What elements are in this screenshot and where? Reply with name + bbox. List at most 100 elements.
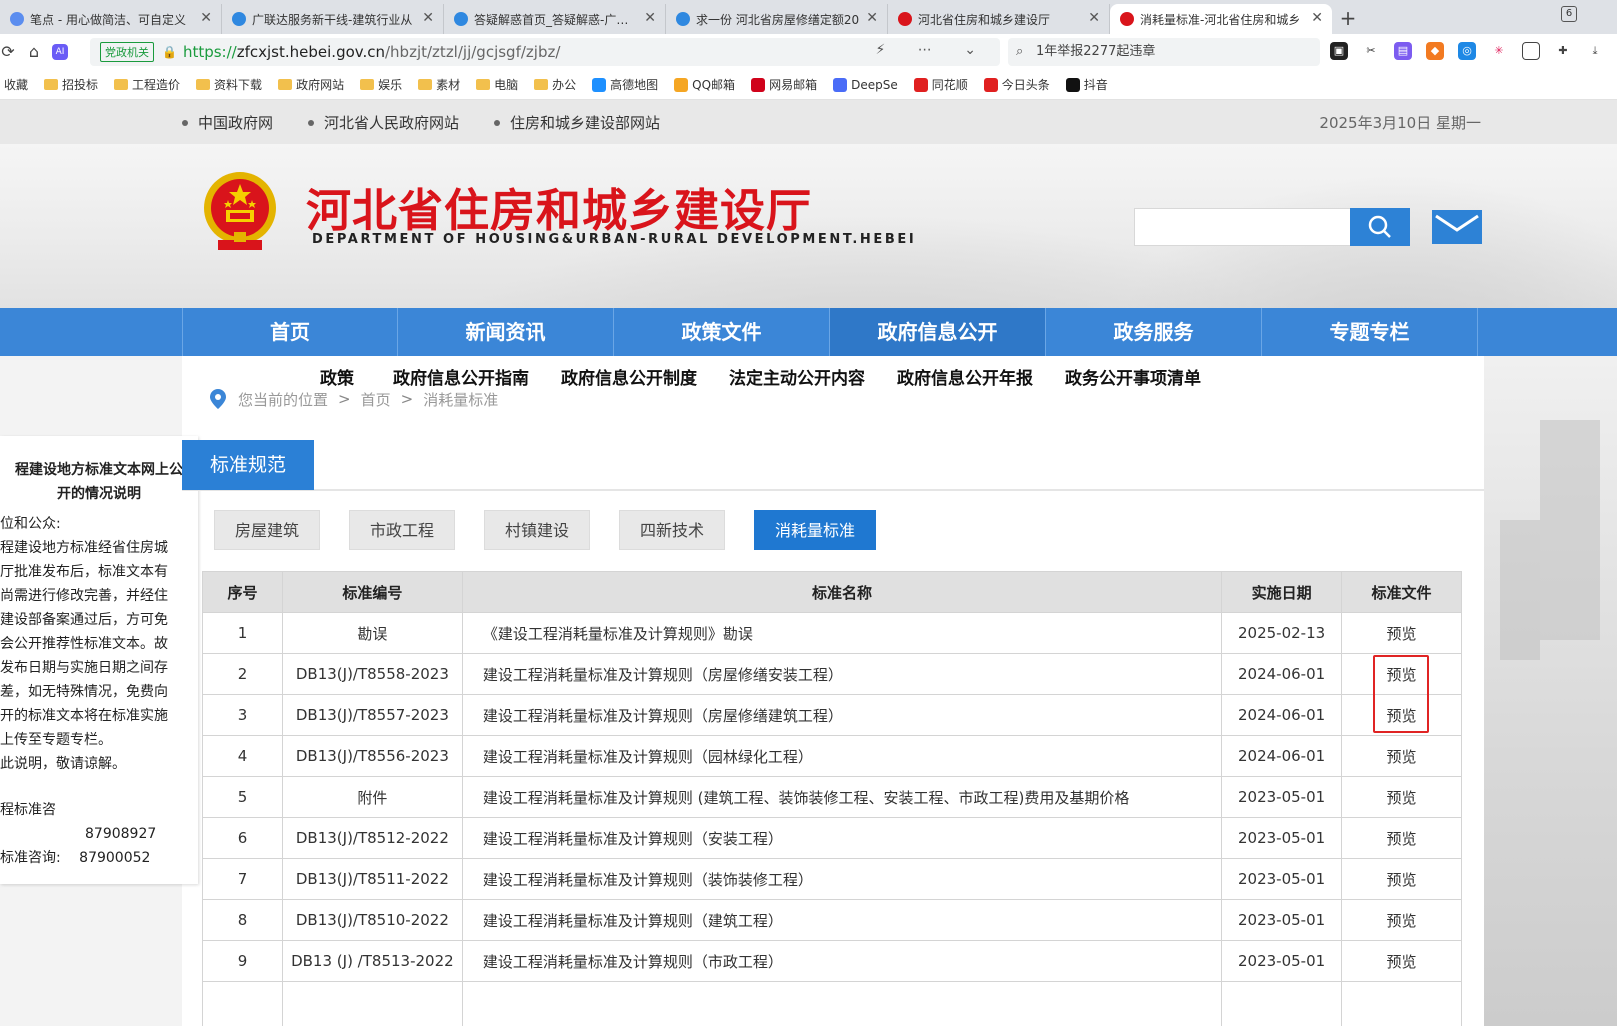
close-icon[interactable]: ✕ (866, 10, 878, 26)
nav-home[interactable]: 首页 (182, 308, 398, 356)
standard-name[interactable]: 建设工程消耗量标准及计算规则 (建筑工程、装饰装修工程、安装工程、市政工程)费用… (461, 776, 1223, 818)
bookmark-label: DeepSe (851, 77, 898, 92)
extension-icon[interactable]: ◎ (1458, 42, 1476, 60)
standard-name[interactable]: 建设工程消耗量标准及计算规则（园林绿化工程） (461, 735, 1223, 777)
site-favicon-icon (833, 77, 848, 92)
preview-link[interactable]: 预览 (1341, 899, 1462, 941)
scissors-icon[interactable]: ✂ (1362, 42, 1380, 60)
nav-gov-info[interactable]: 政府信息公开 (830, 308, 1046, 356)
bookmark-item[interactable]: QQ邮箱 (674, 76, 735, 93)
standard-name[interactable]: 建设工程消耗量标准及计算规则（安装工程） (461, 817, 1223, 859)
tab-title: 答疑解惑首页_答疑解惑-广联达 (474, 12, 639, 27)
breadcrumb-home[interactable]: 首页 (361, 389, 391, 410)
extension-icon[interactable]: ◆ (1426, 42, 1444, 60)
browser-search-input[interactable]: ⌕ 1年举报2277起违章 (1008, 38, 1320, 66)
standard-name[interactable]: 建设工程消耗量标准及计算规则（房屋修缮建筑工程） (461, 694, 1223, 736)
standard-code: DB13(J)/T8510-2022 (281, 899, 463, 941)
preview-link[interactable]: 预览 (1341, 858, 1462, 900)
category-village[interactable]: 村镇建设 (484, 510, 590, 550)
submenu-system[interactable]: 政府信息公开制度 (561, 364, 697, 389)
close-icon[interactable]: ✕ (644, 10, 656, 26)
new-tab-button[interactable]: + (1332, 4, 1364, 34)
home-icon[interactable]: ⌂ (20, 42, 48, 61)
background-building (1540, 420, 1600, 640)
close-icon[interactable]: ✕ (1088, 10, 1100, 26)
browser-tab[interactable]: 求一份 河北省房屋修缮定额20 ✕ (666, 4, 888, 34)
standard-name[interactable]: 建设工程消耗量标准及计算规则（装饰装修工程） (461, 858, 1223, 900)
window-icon[interactable] (1522, 42, 1540, 60)
close-icon[interactable]: ✕ (1311, 10, 1323, 26)
extension-icon[interactable]: ▤ (1394, 42, 1412, 60)
standard-name[interactable]: 建设工程消耗量标准及计算规则（市政工程） (461, 940, 1223, 982)
nav-services[interactable]: 政务服务 (1046, 308, 1262, 356)
background-building (1500, 520, 1540, 660)
category-consumption[interactable]: 消耗量标准 (754, 510, 876, 550)
bookmark-item[interactable]: 办公 (534, 76, 576, 93)
bookmark-item[interactable]: 工程造价 (114, 76, 180, 93)
mail-button[interactable] (1432, 210, 1482, 244)
effective-date: 2024-06-01 (1221, 735, 1343, 777)
download-icon[interactable]: ⤓ (1586, 42, 1604, 60)
standard-code: 附件 (281, 776, 463, 818)
close-icon[interactable]: ✕ (422, 10, 434, 26)
category-new-tech[interactable]: 四新技术 (619, 510, 725, 550)
address-actions[interactable]: ⚡ ⋯ ⌄ (876, 42, 990, 58)
standard-name[interactable]: 《建设工程消耗量标准及计算规则》勘误 (461, 612, 1223, 654)
nav-news[interactable]: 新闻资讯 (398, 308, 614, 356)
address-bar[interactable]: 党政机关 🔒 https:// zfcxjst.hebei.gov.cn /hb… (90, 38, 1000, 66)
column-header: 标准名称 (461, 571, 1223, 613)
extension-icon[interactable]: ✳ (1490, 42, 1508, 60)
browser-tab[interactable]: 河北省住房和城乡建设厅 ✕ (888, 4, 1110, 34)
bookmark-item[interactable]: DeepSe (833, 77, 898, 92)
top-link-ministry[interactable]: 住房和城乡建设部网站 (494, 112, 660, 133)
preview-link[interactable]: 预览 (1341, 735, 1462, 777)
close-icon[interactable]: ✕ (200, 10, 212, 26)
browser-tab[interactable]: 答疑解惑首页_答疑解惑-广联达 ✕ (444, 4, 666, 34)
bookmark-item[interactable]: 电脑 (476, 76, 518, 93)
notice-line: 位和公众: (0, 516, 61, 532)
bookmark-label: 资料下载 (214, 78, 263, 92)
bookmark-item[interactable]: 政府网站 (278, 76, 344, 93)
category-municipal[interactable]: 市政工程 (349, 510, 455, 550)
bookmark-item[interactable]: 素材 (418, 76, 460, 93)
tab-count-icon[interactable]: 6 (1561, 6, 1577, 22)
nav-special[interactable]: 专题专栏 (1262, 308, 1478, 356)
bookmark-item[interactable]: 招投标 (44, 76, 98, 93)
top-link-province[interactable]: 河北省人民政府网站 (308, 112, 459, 133)
category-housing[interactable]: 房屋建筑 (214, 510, 320, 550)
submenu-checklist[interactable]: 政务公开事项清单 (1065, 364, 1201, 389)
bookmark-item[interactable]: 娱乐 (360, 76, 402, 93)
puzzle-icon[interactable]: ✚ (1554, 42, 1572, 60)
bookmark-item[interactable]: 今日头条 (983, 76, 1050, 93)
breadcrumb-current: 消耗量标准 (423, 390, 499, 409)
site-search-button[interactable] (1350, 208, 1410, 246)
bookmark-item[interactable]: 网易邮箱 (751, 76, 817, 93)
browser-tab[interactable]: 笔点 - 用心做简洁、可自定义 ✕ (0, 4, 222, 34)
preview-link[interactable]: 预览 (1341, 776, 1462, 818)
preview-link[interactable]: 预览 (1341, 612, 1462, 654)
bookmark-item[interactable]: 抖音 (1065, 76, 1108, 93)
ai-icon[interactable]: AI (52, 44, 68, 60)
standard-name[interactable]: 建设工程消耗量标准及计算规则（建筑工程） (461, 899, 1223, 941)
standards-table: 序号 标准编号 标准名称 实施日期 标准文件 1 勘误 《建设工程消耗量标准及计算规… (202, 571, 1462, 1026)
preview-link[interactable]: 预览 (1341, 940, 1462, 982)
top-link-gov[interactable]: 中国政府网 (182, 112, 273, 133)
bookmark-label: 电脑 (494, 78, 519, 92)
bookmark-item[interactable]: 高德地图 (592, 76, 658, 93)
reload-icon[interactable]: ⟳ (0, 42, 22, 61)
submenu-statutory[interactable]: 法定主动公开内容 (729, 364, 865, 389)
notice-line: 程建设地方标准经省住房城 (0, 540, 168, 556)
browser-tab[interactable]: 消耗量标准-河北省住房和城乡 ✕ (1110, 4, 1332, 34)
preview-link[interactable]: 预览 (1341, 817, 1462, 859)
bookmark-item[interactable]: 收藏 (0, 76, 28, 93)
nav-policy[interactable]: 政策文件 (614, 308, 830, 356)
site-search-input[interactable] (1134, 208, 1350, 246)
standard-name[interactable]: 建设工程消耗量标准及计算规则（房屋修缮安装工程） (461, 653, 1223, 695)
submenu-annual-report[interactable]: 政府信息公开年报 (897, 364, 1033, 389)
bookmark-item[interactable]: 同花顺 (913, 76, 968, 93)
browser-tab[interactable]: 广联达服务新干线-建筑行业从 ✕ (222, 4, 444, 34)
bookmark-label: 收藏 (4, 78, 29, 92)
extension-icon[interactable]: ▣ (1330, 42, 1348, 60)
bookmark-item[interactable]: 资料下载 (196, 76, 262, 93)
lock-icon[interactable]: 🔒 (162, 45, 177, 59)
